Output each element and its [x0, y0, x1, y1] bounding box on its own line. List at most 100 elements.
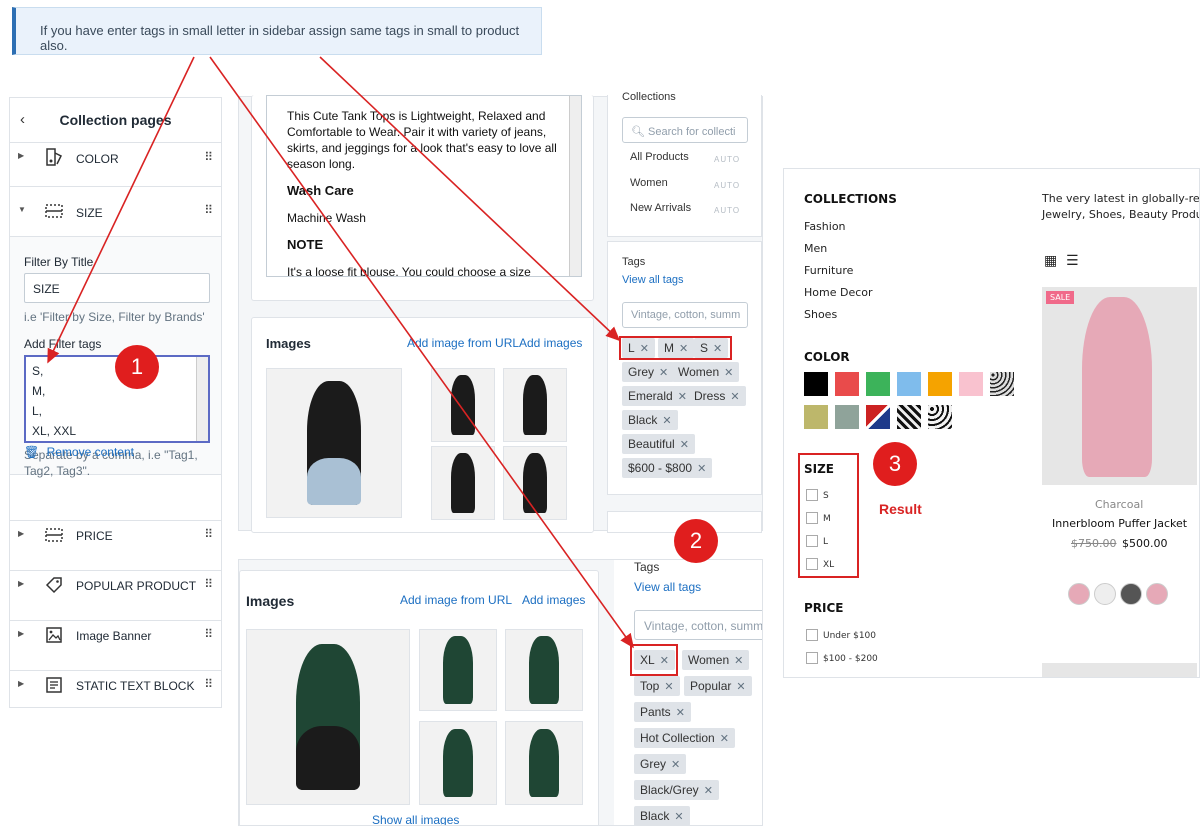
- product-old-price: $750.00: [1071, 537, 1117, 550]
- close-icon[interactable]: ✕: [659, 367, 668, 379]
- collection-link[interactable]: Men: [804, 242, 827, 255]
- close-icon[interactable]: ✕: [671, 759, 680, 771]
- price-checkbox[interactable]: [806, 652, 818, 664]
- collections-search-input[interactable]: 🔍︎ Search for collecti: [622, 117, 748, 143]
- drag-handle-icon[interactable]: ⠿: [204, 577, 213, 591]
- show-all-images-link[interactable]: Show all images: [372, 813, 459, 825]
- grid-view-icon[interactable]: ▦: [1044, 253, 1057, 269]
- tags-title: Tags: [622, 256, 646, 268]
- collection-name[interactable]: New Arrivals: [630, 202, 691, 214]
- variant-swatch[interactable]: [1146, 583, 1168, 605]
- add-image-url-link[interactable]: Add image from URL: [400, 593, 512, 607]
- close-icon[interactable]: ✕: [720, 733, 729, 745]
- color-swatch-pink[interactable]: [959, 372, 983, 396]
- view-all-tags-link[interactable]: View all tags: [634, 580, 701, 594]
- product-thumbnail[interactable]: [505, 629, 583, 711]
- filter-tag-line: L,: [32, 404, 43, 418]
- close-icon[interactable]: ✕: [662, 415, 671, 427]
- price-checkbox[interactable]: [806, 629, 818, 641]
- sidebar-item-image-banner[interactable]: ▶ Image Banner ⠿: [10, 621, 221, 671]
- variant-swatch[interactable]: [1068, 583, 1090, 605]
- product-thumbnail[interactable]: [419, 721, 497, 805]
- product-thumbnail[interactable]: [431, 446, 495, 520]
- collection-name[interactable]: Women: [630, 177, 668, 189]
- close-icon[interactable]: ✕: [724, 367, 733, 379]
- product-thumbnail[interactable]: [503, 446, 567, 520]
- collection-link[interactable]: Shoes: [804, 308, 837, 321]
- highlight-size-box: [798, 453, 859, 578]
- collection-name[interactable]: All Products: [630, 151, 689, 163]
- variant-swatch[interactable]: [1094, 583, 1116, 605]
- description-scrollbar[interactable]: [569, 96, 581, 276]
- color-swatch-leopard[interactable]: [990, 372, 1014, 396]
- tag-chip: Black ✕: [634, 806, 690, 825]
- sidebar-item-static-text-block[interactable]: ▶ STATIC TEXT BLOCK ⠿: [10, 671, 221, 707]
- close-icon[interactable]: ✕: [704, 785, 713, 797]
- tag-label: Grey: [628, 365, 655, 379]
- close-icon[interactable]: ✕: [678, 391, 687, 403]
- drag-handle-icon[interactable]: ⠿: [204, 527, 213, 541]
- collection-link[interactable]: Furniture: [804, 264, 853, 277]
- color-swatch-blue[interactable]: [897, 372, 921, 396]
- color-swatch-khaki[interactable]: [804, 405, 828, 429]
- color-swatch-pattern[interactable]: [897, 405, 921, 429]
- price-heading: PRICE: [804, 601, 844, 615]
- color-swatch-flag[interactable]: [866, 405, 890, 429]
- color-swatch-red[interactable]: [835, 372, 859, 396]
- list-view-icon[interactable]: ☰: [1066, 253, 1079, 269]
- product-thumbnail[interactable]: [431, 368, 495, 442]
- collection-link[interactable]: Home Decor: [804, 286, 873, 299]
- sidebar-item-price[interactable]: ▶ PRICE ⠿: [10, 521, 221, 571]
- drag-handle-icon[interactable]: ⠿: [204, 677, 213, 691]
- step-badge-2: 2: [674, 519, 718, 563]
- filter-title-hint: i.e 'Filter by Size, Filter by Brands': [24, 310, 205, 324]
- remove-content-link[interactable]: 🗑 Remove content: [24, 445, 134, 459]
- product-thumbnail[interactable]: [503, 368, 567, 442]
- color-swatch-green[interactable]: [866, 372, 890, 396]
- product-title[interactable]: Innerbloom Puffer Jacket: [1052, 517, 1187, 530]
- images-card: Images Add image from URL Add images Sho…: [239, 570, 599, 825]
- sidebar-item-label: SIZE: [76, 206, 103, 220]
- sidebar-item-size[interactable]: ▼ SIZE ⠿: [10, 187, 221, 237]
- drag-handle-icon[interactable]: ⠿: [204, 150, 213, 164]
- product-image[interactable]: [266, 368, 402, 518]
- filter-title-input[interactable]: SIZE: [24, 273, 210, 303]
- close-icon[interactable]: ✕: [680, 439, 689, 451]
- textarea-scrollbar[interactable]: [196, 357, 208, 441]
- collection-link[interactable]: Fashion: [804, 220, 846, 233]
- color-swatch-orange[interactable]: [928, 372, 952, 396]
- add-images-link[interactable]: Add images: [519, 336, 582, 350]
- product-editor-bottom: Images Add image from URL Add images Sho…: [238, 559, 763, 826]
- view-all-tags-link[interactable]: View all tags: [622, 274, 684, 286]
- drag-handle-icon[interactable]: ⠿: [204, 203, 213, 217]
- sidebar-item-popular-product[interactable]: ▶ POPULAR PRODUCT ⠿: [10, 571, 221, 621]
- close-icon[interactable]: ✕: [664, 681, 673, 693]
- tag-chip: Top ✕: [634, 676, 680, 696]
- variant-swatch[interactable]: [1120, 583, 1142, 605]
- color-swatch-pattern[interactable]: [928, 405, 952, 429]
- close-icon[interactable]: ✕: [734, 655, 743, 667]
- close-icon[interactable]: ✕: [730, 391, 739, 403]
- product-card-image[interactable]: SALE: [1042, 287, 1197, 485]
- drag-handle-icon[interactable]: ⠿: [204, 627, 213, 641]
- close-icon[interactable]: ✕: [676, 707, 685, 719]
- add-image-url-link[interactable]: Add image from URL: [407, 336, 519, 350]
- product-thumbnail[interactable]: [505, 721, 583, 805]
- description-editor[interactable]: This Cute Tank Tops is Lightweight, Rela…: [266, 95, 582, 277]
- tags-input[interactable]: Vintage, cotton, summ: [634, 610, 762, 640]
- tags-card: Tags View all tags Vintage, cotton, summ…: [614, 560, 762, 825]
- add-images-link[interactable]: Add images: [522, 593, 585, 607]
- close-icon[interactable]: ✕: [697, 463, 706, 475]
- tag-label: $600 - $800: [628, 461, 693, 475]
- close-icon[interactable]: ✕: [736, 681, 745, 693]
- filter-tag-line: M,: [32, 384, 46, 398]
- tag-chip: Popular ✕: [684, 676, 752, 696]
- collections-heading: COLLECTIONS: [804, 192, 897, 206]
- sidebar-item-color[interactable]: ▶ COLOR ⠿: [10, 143, 221, 187]
- product-thumbnail[interactable]: [419, 629, 497, 711]
- color-swatch-sage[interactable]: [835, 405, 859, 429]
- tags-input[interactable]: Vintage, cotton, summ: [622, 302, 748, 328]
- close-icon[interactable]: ✕: [674, 811, 683, 823]
- product-image[interactable]: [246, 629, 410, 805]
- color-swatch-black[interactable]: [804, 372, 828, 396]
